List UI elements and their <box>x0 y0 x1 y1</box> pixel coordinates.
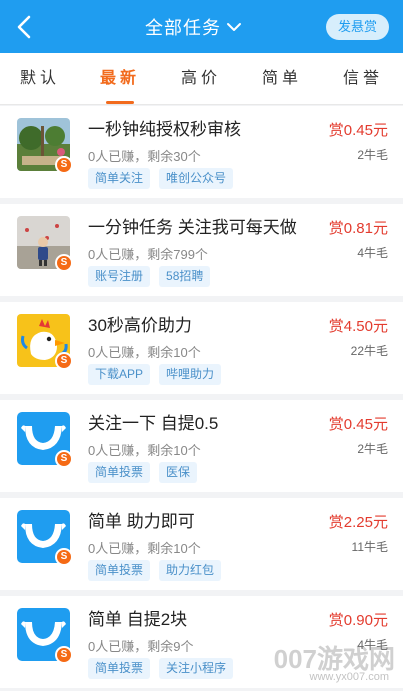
task-progress: 0人已赚，剩余10个 <box>88 541 201 556</box>
coin-badge-icon: S <box>55 548 73 566</box>
task-tag: 账号注册 <box>88 266 151 287</box>
tab-newest[interactable]: 最新 <box>80 53 160 104</box>
task-reward: 赏0.81元 <box>328 220 388 237</box>
task-tag: 简单投票 <box>88 658 151 679</box>
task-tag: 医保 <box>159 462 198 483</box>
task-tags: 账号注册 58招聘 <box>88 266 219 287</box>
tab-reputation[interactable]: 信誉 <box>323 53 403 104</box>
coin-badge-icon: S <box>55 352 73 370</box>
task-tag: 下载APP <box>88 364 151 385</box>
coin-badge-icon: S <box>55 156 73 174</box>
task-item[interactable]: S 关注一下 自提0.5 0人已赚，剩余10个 简单投票 医保 赏0.45元 2牛… <box>0 400 403 492</box>
task-progress: 0人已赚，剩余10个 <box>88 345 201 360</box>
site-watermark: 007游戏网 www.yx007.com <box>274 639 397 687</box>
filter-tabs: 默认 最新 高价 简单 信誉 <box>0 53 403 105</box>
back-button[interactable] <box>10 10 42 44</box>
task-reward: 赏0.90元 <box>328 612 388 629</box>
tab-high-price[interactable]: 高价 <box>161 53 241 104</box>
tab-simple[interactable]: 简单 <box>242 53 322 104</box>
back-arrow-icon <box>17 15 31 39</box>
task-reward: 赏0.45元 <box>328 416 388 433</box>
page-title[interactable]: 全部任务 <box>145 15 221 41</box>
top-bar: 全部任务 发悬赏 <box>0 0 403 53</box>
task-tag: 简单关注 <box>88 168 151 189</box>
task-tags: 简单投票 医保 <box>88 462 206 483</box>
task-tag: 简单投票 <box>88 462 151 483</box>
watermark-url: www.yx007.com <box>309 671 389 683</box>
task-reward: 赏4.50元 <box>328 318 388 335</box>
task-tag: 助力红包 <box>159 560 222 581</box>
chevron-down-icon[interactable] <box>226 21 242 33</box>
task-item[interactable]: S 30秒高价助力 0人已赚，剩余10个 下载APP 哔哩助力 赏4.50元 22… <box>0 302 403 394</box>
task-title: 30秒高价助力 <box>88 316 192 335</box>
task-reward: 赏0.45元 <box>328 122 388 139</box>
task-tag: 哔哩助力 <box>159 364 222 385</box>
task-title: 关注一下 自提0.5 <box>88 414 219 433</box>
task-progress: 0人已赚，剩余30个 <box>88 149 201 164</box>
task-points: 2牛毛 <box>357 148 388 162</box>
task-points: 11牛毛 <box>351 540 388 554</box>
task-tag: 58招聘 <box>159 266 211 287</box>
task-points: 22牛毛 <box>350 344 388 358</box>
task-tags: 简单关注 唯创公众号 <box>88 168 242 189</box>
active-tab-indicator <box>106 101 134 104</box>
task-item[interactable]: S 一分钟任务 关注我可每天做 0人已赚，剩余799个 账号注册 58招聘 赏0.… <box>0 204 403 296</box>
task-tag: 唯创公众号 <box>159 168 234 189</box>
task-title: 简单 自提2块 <box>88 610 188 629</box>
task-tag: 关注小程序 <box>159 658 234 679</box>
task-item[interactable]: S 一秒钟纯授权秒审核 0人已赚，剩余30个 简单关注 唯创公众号 赏0.45元 … <box>0 106 403 198</box>
task-title: 一分钟任务 关注我可每天做 <box>88 218 297 237</box>
coin-badge-icon: S <box>55 254 73 272</box>
task-tags: 下载APP 哔哩助力 <box>88 364 230 385</box>
task-points: 2牛毛 <box>357 442 388 456</box>
task-item[interactable]: S 简单 助力即可 0人已赚，剩余10个 简单投票 助力红包 赏2.25元 11牛… <box>0 498 403 590</box>
coin-badge-icon: S <box>55 646 73 664</box>
task-tags: 简单投票 关注小程序 <box>88 658 242 679</box>
tab-default[interactable]: 默认 <box>0 53 80 104</box>
task-title: 简单 助力即可 <box>88 512 195 531</box>
task-progress: 0人已赚，剩余9个 <box>88 639 194 654</box>
post-reward-button[interactable]: 发悬赏 <box>326 14 389 40</box>
task-tags: 简单投票 助力红包 <box>88 560 230 581</box>
task-title: 一秒钟纯授权秒审核 <box>88 120 241 139</box>
task-reward: 赏2.25元 <box>328 514 388 531</box>
task-points: 4牛毛 <box>357 246 388 260</box>
task-progress: 0人已赚，剩余799个 <box>88 247 208 262</box>
coin-badge-icon: S <box>55 450 73 468</box>
task-tag: 简单投票 <box>88 560 151 581</box>
task-progress: 0人已赚，剩余10个 <box>88 443 201 458</box>
